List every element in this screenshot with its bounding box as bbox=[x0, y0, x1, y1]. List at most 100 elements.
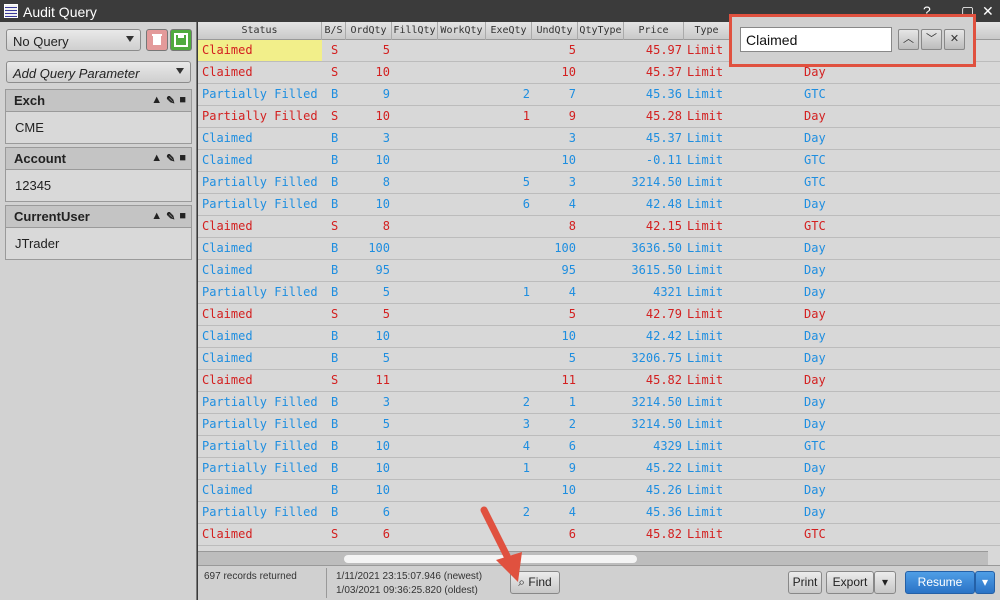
find-close-button[interactable]: ✕ bbox=[944, 29, 965, 50]
cell-tif: GTC bbox=[804, 439, 826, 453]
cell-und: 10 bbox=[561, 483, 576, 497]
cell-status: Claimed bbox=[202, 131, 253, 145]
cell-side: B bbox=[331, 329, 339, 343]
cell-und: 9 bbox=[568, 461, 576, 475]
col-type[interactable]: Type bbox=[684, 22, 730, 40]
table-row[interactable]: Partially Filled B 10 6 4 42.48 Limit Day bbox=[198, 194, 1000, 216]
table-row[interactable]: Claimed S 8 8 42.15 Limit GTC bbox=[198, 216, 1000, 238]
cell-exe bbox=[486, 62, 530, 83]
cell-type: Limit bbox=[687, 219, 724, 233]
trash-icon bbox=[152, 34, 162, 45]
newest-time: 1/11/2021 23:15:07.946 (newest) bbox=[336, 571, 483, 582]
cell-exe bbox=[486, 348, 530, 369]
col-fillqty[interactable]: FillQty bbox=[392, 22, 438, 40]
col-undqty[interactable]: UndQty bbox=[532, 22, 578, 40]
cell-ord: 5 bbox=[382, 417, 390, 431]
table-row[interactable]: Claimed B 100 100 3636.50 Limit Day bbox=[198, 238, 1000, 260]
table-row[interactable]: Claimed B 10 10 42.42 Limit Day bbox=[198, 326, 1000, 348]
table-row[interactable]: Claimed S 6 6 45.82 Limit GTC bbox=[198, 524, 1000, 546]
collapse-icon[interactable]: ▲ bbox=[151, 94, 162, 107]
col-price[interactable]: Price bbox=[624, 22, 684, 40]
cell-status: Claimed bbox=[202, 241, 253, 255]
collapse-icon[interactable]: ▲ bbox=[151, 152, 162, 165]
table-row[interactable]: Partially Filled B 8 5 3 3214.50 Limit GTC bbox=[198, 172, 1000, 194]
cell-tif: Day bbox=[804, 307, 826, 321]
table-row[interactable]: Claimed S 11 11 45.82 Limit Day bbox=[198, 370, 1000, 392]
cell-price: 3615.50 bbox=[631, 263, 682, 277]
cell-type: Limit bbox=[687, 417, 724, 431]
chevron-down-icon: ﹀ bbox=[926, 33, 937, 45]
resume-dropdown-button[interactable]: ▾ bbox=[975, 571, 995, 594]
table-row[interactable]: Partially Filled B 6 2 4 45.36 Limit Day bbox=[198, 502, 1000, 524]
cell-ord: 6 bbox=[382, 527, 390, 541]
grid-rows: Claimed S 5 5 45.97 Limit Day Claimed S 10 10 45.37… bbox=[198, 40, 1000, 546]
cell-side: S bbox=[331, 373, 339, 387]
cell-und: 6 bbox=[568, 527, 576, 541]
trash-icon[interactable]: ■ bbox=[179, 94, 186, 107]
edit-icon[interactable]: ✎ bbox=[166, 94, 175, 107]
col-exeqty[interactable]: ExeQty bbox=[486, 22, 532, 40]
find-input[interactable] bbox=[740, 27, 892, 52]
cell-side: S bbox=[331, 527, 339, 541]
chevron-down-icon bbox=[176, 68, 184, 74]
col-bs[interactable]: B/S bbox=[322, 22, 346, 40]
table-row[interactable]: Partially Filled S 10 1 9 45.28 Limit Day bbox=[198, 106, 1000, 128]
table-row[interactable]: Claimed B 3 3 45.37 Limit Day bbox=[198, 128, 1000, 150]
table-row[interactable]: Partially Filled B 10 1 9 45.22 Limit Day bbox=[198, 458, 1000, 480]
cell-ord: 5 bbox=[382, 285, 390, 299]
cell-type: Limit bbox=[687, 43, 724, 57]
table-row[interactable]: Claimed B 10 10 45.26 Limit Day bbox=[198, 480, 1000, 502]
save-query-button[interactable] bbox=[170, 29, 192, 51]
export-button[interactable]: Export bbox=[826, 571, 874, 594]
print-button[interactable]: Print bbox=[788, 571, 822, 594]
close-icon[interactable]: ✕ bbox=[982, 3, 994, 19]
edit-icon[interactable]: ✎ bbox=[166, 152, 175, 165]
find-button[interactable]: ⌕ Find bbox=[510, 571, 560, 594]
cell-ord: 11 bbox=[375, 373, 390, 387]
cell-ord: 10 bbox=[375, 109, 390, 123]
cell-tif: Day bbox=[804, 483, 826, 497]
table-row[interactable]: Partially Filled B 10 4 6 4329 Limit GTC bbox=[198, 436, 1000, 458]
param-name: Account bbox=[14, 151, 66, 166]
col-ordqty[interactable]: OrdQty bbox=[346, 22, 392, 40]
cell-und: 95 bbox=[561, 263, 576, 277]
table-row[interactable]: Partially Filled B 5 1 4 4321 Limit Day bbox=[198, 282, 1000, 304]
cell-und: 1 bbox=[568, 395, 576, 409]
table-row[interactable]: Claimed B 5 5 3206.75 Limit Day bbox=[198, 348, 1000, 370]
cell-side: B bbox=[331, 483, 339, 497]
cell-ord: 8 bbox=[382, 219, 390, 233]
col-status[interactable]: Status bbox=[198, 22, 322, 40]
cell-type: Limit bbox=[687, 263, 724, 277]
cell-side: B bbox=[331, 197, 339, 211]
table-row[interactable]: Claimed B 95 95 3615.50 Limit Day bbox=[198, 260, 1000, 282]
table-row[interactable]: Claimed S 5 5 42.79 Limit Day bbox=[198, 304, 1000, 326]
table-row[interactable]: Partially Filled B 9 2 7 45.36 Limit GTC bbox=[198, 84, 1000, 106]
cell-side: B bbox=[331, 153, 339, 167]
query-select[interactable]: No Query bbox=[6, 29, 141, 51]
param-currentuser: CurrentUser ▲ ✎ ■ JTrader bbox=[5, 205, 192, 260]
col-qtytype[interactable]: QtyType bbox=[578, 22, 624, 40]
chevron-down-icon: ▾ bbox=[981, 575, 989, 589]
col-workqty[interactable]: WorkQty bbox=[438, 22, 486, 40]
resume-button[interactable]: Resume bbox=[905, 571, 975, 594]
delete-query-button[interactable] bbox=[146, 29, 168, 51]
add-query-parameter-select[interactable]: Add Query Parameter bbox=[6, 61, 191, 83]
find-previous-button[interactable]: ︿ bbox=[898, 29, 919, 50]
edit-icon[interactable]: ✎ bbox=[166, 210, 175, 223]
table-row[interactable]: Partially Filled B 3 2 1 3214.50 Limit Day bbox=[198, 392, 1000, 414]
cell-side: S bbox=[331, 109, 339, 123]
find-next-button[interactable]: ﹀ bbox=[921, 29, 942, 50]
cell-und: 10 bbox=[561, 329, 576, 343]
table-row[interactable]: Partially Filled B 5 3 2 3214.50 Limit Day bbox=[198, 414, 1000, 436]
cell-price: 3214.50 bbox=[631, 175, 682, 189]
table-row[interactable]: Claimed B 10 10 -0.11 Limit GTC bbox=[198, 150, 1000, 172]
cell-type: Limit bbox=[687, 241, 724, 255]
trash-icon[interactable]: ■ bbox=[179, 152, 186, 165]
trash-icon[interactable]: ■ bbox=[179, 210, 186, 223]
collapse-icon[interactable]: ▲ bbox=[151, 210, 162, 223]
export-dropdown-button[interactable]: ▾ bbox=[874, 571, 896, 594]
scrollbar-thumb[interactable] bbox=[344, 555, 637, 563]
horizontal-scrollbar[interactable] bbox=[198, 551, 988, 565]
cell-status: Partially Filled bbox=[202, 87, 318, 101]
chevron-down-icon: ▾ bbox=[881, 575, 889, 589]
